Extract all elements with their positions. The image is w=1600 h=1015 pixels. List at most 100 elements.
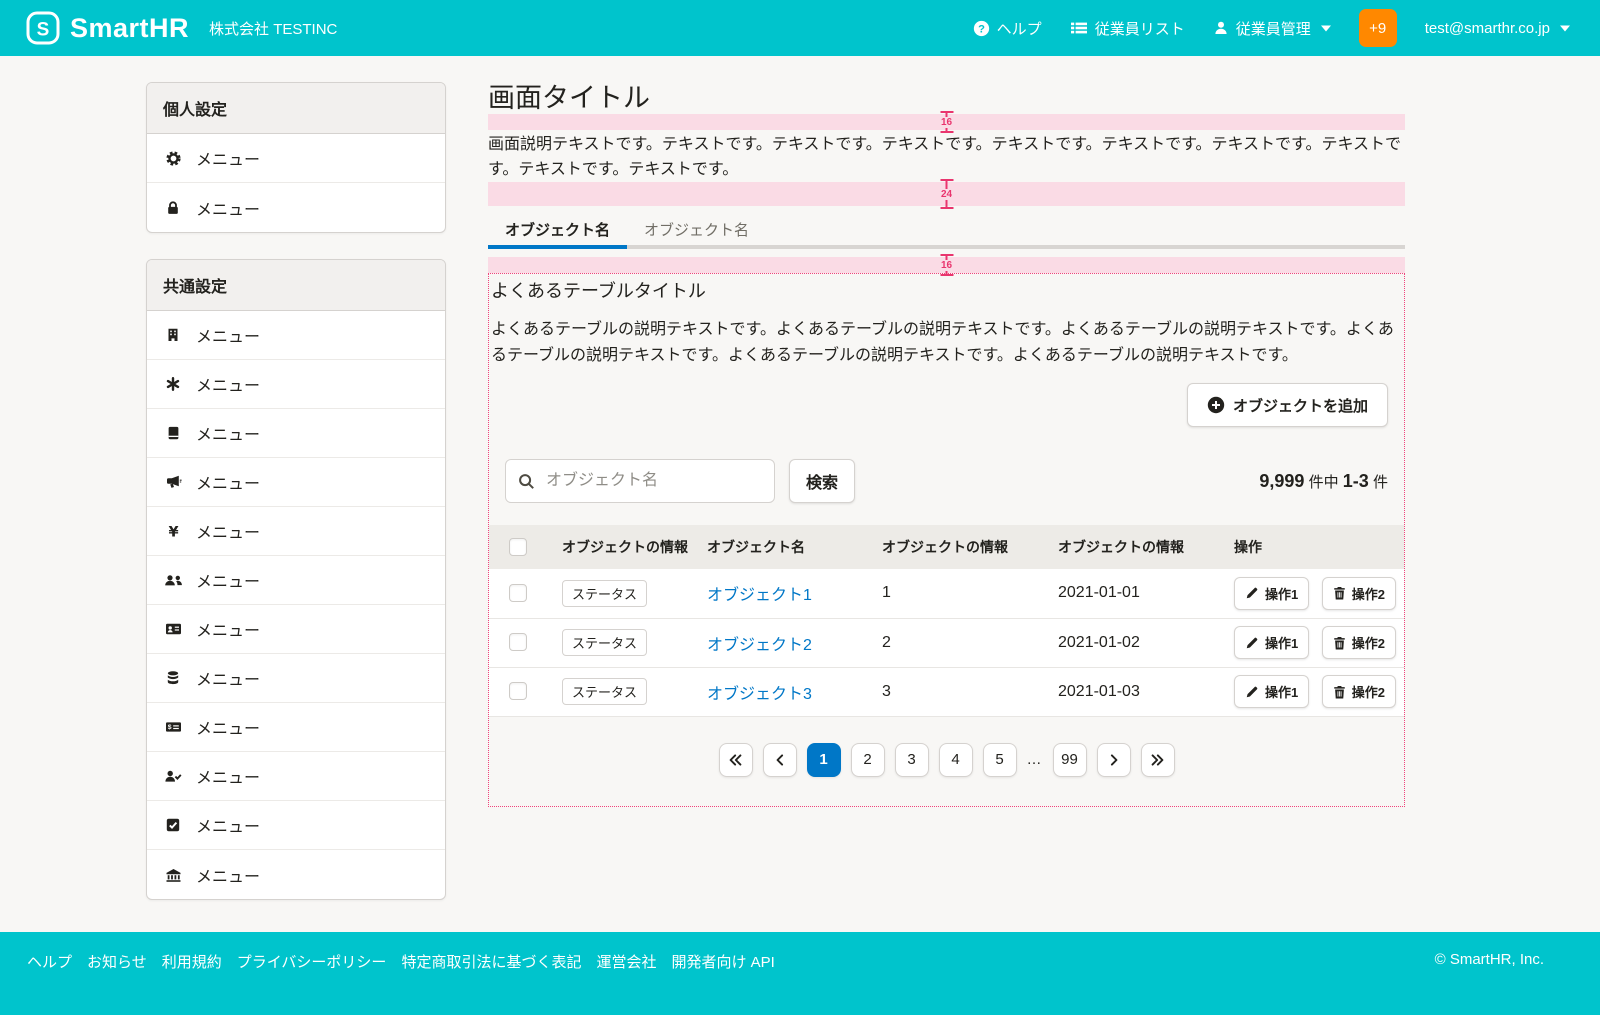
page-button-1[interactable]: 1 [807, 743, 841, 777]
id-card-icon [163, 621, 183, 637]
pencil-icon [1245, 685, 1259, 699]
result-total: 9,999 [1259, 471, 1304, 491]
footer-link-terms[interactable]: 利用規約 [162, 951, 222, 972]
notification-badge[interactable]: +9 [1359, 9, 1397, 47]
object-info: 1 [866, 569, 1042, 618]
nav-help[interactable]: ? ヘルプ [973, 18, 1042, 39]
help-circle-icon: ? [973, 20, 990, 37]
sidebar-item-megaphone[interactable]: メニュー [147, 458, 445, 507]
trash-icon [1333, 586, 1346, 600]
sidebar-item-label: メニュー [196, 568, 260, 592]
sidebar-item-lock[interactable]: メニュー [147, 183, 445, 232]
delete-button[interactable]: 操作2 [1322, 675, 1396, 708]
user-check-icon [163, 768, 183, 784]
spacing-value: 16 [941, 117, 952, 128]
footer-link-company[interactable]: 運営会社 [596, 951, 656, 972]
sidebar-item-building[interactable]: メニュー [147, 311, 445, 360]
page-button-3[interactable]: 3 [895, 743, 929, 777]
book-icon [163, 425, 183, 441]
sidebar-item-id-card[interactable]: メニュー [147, 605, 445, 654]
sidebar: 個人設定 メニュー メニュー 共通設定 メニュー メニュー [146, 82, 446, 926]
smarthr-logo-icon[interactable]: S [26, 11, 60, 45]
next-page-button[interactable] [1097, 743, 1131, 777]
tab-object-2[interactable]: オブジェクト名 [627, 213, 766, 249]
svg-text:$: $ [167, 724, 171, 731]
object-link[interactable]: オブジェクト1 [707, 587, 812, 604]
delete-button[interactable]: 操作2 [1322, 577, 1396, 610]
search-button[interactable]: 検索 [789, 459, 855, 503]
sidebar-item-user-check[interactable]: メニュー [147, 752, 445, 801]
sidebar-item-bank[interactable]: メニュー [147, 850, 445, 899]
first-page-button[interactable] [719, 743, 753, 777]
search-box [505, 459, 775, 503]
main-content: 画面タイトル 16 画面説明テキストです。テキストです。テキストです。テキストで… [488, 82, 1405, 807]
list-icon [1070, 20, 1088, 36]
brand-name[interactable]: SmartHR [70, 13, 189, 44]
bank-icon [163, 867, 183, 883]
last-page-button[interactable] [1141, 743, 1175, 777]
account-menu[interactable]: test@smarthr.co.jp [1425, 20, 1570, 37]
sidebar-item-asterisk[interactable]: メニュー [147, 360, 445, 409]
sidebar-section-title: 個人設定 [147, 83, 445, 134]
footer-link-developer-api[interactable]: 開発者向け API [671, 951, 774, 972]
row-checkbox[interactable] [509, 633, 527, 651]
object-link[interactable]: オブジェクト2 [707, 637, 812, 654]
sidebar-item-check-square[interactable]: メニュー [147, 801, 445, 850]
sidebar-item-database[interactable]: メニュー [147, 654, 445, 703]
page-description: 画面説明テキストです。テキストです。テキストです。テキストです。テキストです。テ… [488, 132, 1405, 182]
pagination: 1 2 3 4 5 … 99 [489, 743, 1404, 777]
nav-employee-admin[interactable]: 従業員管理 [1213, 18, 1331, 39]
page-title: 画面タイトル [488, 82, 1405, 114]
content-layout: 個人設定 メニュー メニュー 共通設定 メニュー メニュー [0, 56, 1600, 932]
top-navigation: ? ヘルプ 従業員リスト 従業員管理 +9 test@smarthr.co.jp [973, 9, 1570, 47]
sidebar-item-gear[interactable]: メニュー [147, 134, 445, 183]
sidebar-section-title: 共通設定 [147, 260, 445, 311]
megaphone-icon [163, 474, 183, 490]
footer-link-commerce-law[interactable]: 特定商取引法に基づく表記 [401, 951, 581, 972]
search-icon [518, 473, 535, 490]
prev-page-button[interactable] [763, 743, 797, 777]
delete-button[interactable]: 操作2 [1322, 626, 1396, 659]
sidebar-item-label: メニュー [196, 813, 260, 837]
select-all-checkbox[interactable] [509, 538, 527, 556]
edit-button[interactable]: 操作1 [1234, 577, 1309, 610]
sidebar-item-yen[interactable]: ¥ メニュー [147, 507, 445, 556]
sidebar-item-book[interactable]: メニュー [147, 409, 445, 458]
search-input[interactable] [544, 471, 762, 491]
add-object-button[interactable]: オブジェクトを追加 [1187, 383, 1388, 427]
sidebar-section-personal: 個人設定 メニュー メニュー [146, 82, 446, 233]
column-header: オブジェクト名 [691, 525, 866, 569]
search-row: 検索 9,999 件中 1-3 件 [489, 459, 1404, 503]
column-header: オブジェクトの情報 [546, 525, 691, 569]
object-table: オブジェクトの情報 オブジェクト名 オブジェクトの情報 オブジェクトの情報 操作… [489, 525, 1404, 717]
app-footer: ヘルプ お知らせ 利用規約 プライバシーポリシー 特定商取引法に基づく表記 運営… [0, 932, 1600, 1015]
tab-object-1[interactable]: オブジェクト名 [488, 213, 627, 249]
footer-link-privacy[interactable]: プライバシーポリシー [237, 951, 387, 972]
edit-button[interactable]: 操作1 [1234, 626, 1309, 659]
double-chevron-right-icon [1150, 753, 1165, 767]
footer-links: ヘルプ お知らせ 利用規約 プライバシーポリシー 特定商取引法に基づく表記 運営… [27, 951, 775, 972]
sidebar-item-label: メニュー [196, 519, 260, 543]
page-button-99[interactable]: 99 [1053, 743, 1087, 777]
page-button-4[interactable]: 4 [939, 743, 973, 777]
footer-link-news[interactable]: お知らせ [87, 951, 147, 972]
trash-icon [1333, 685, 1346, 699]
sidebar-item-label: メニュー [196, 146, 260, 170]
row-checkbox[interactable] [509, 682, 527, 700]
row-checkbox[interactable] [509, 584, 527, 602]
spacing-annotation-16: 16 [488, 257, 1405, 273]
table-header-row: オブジェクトの情報 オブジェクト名 オブジェクトの情報 オブジェクトの情報 操作 [489, 525, 1404, 569]
sidebar-item-users[interactable]: メニュー [147, 556, 445, 605]
sidebar-section-common: 共通設定 メニュー メニュー メニュー メニュー [146, 259, 446, 900]
page-button-2[interactable]: 2 [851, 743, 885, 777]
page-button-5[interactable]: 5 [983, 743, 1017, 777]
footer-link-help[interactable]: ヘルプ [27, 951, 72, 972]
nav-employee-admin-label: 従業員管理 [1236, 18, 1311, 39]
object-link[interactable]: オブジェクト3 [707, 686, 812, 703]
building-icon [163, 327, 183, 343]
sidebar-item-money-check[interactable]: $ メニュー [147, 703, 445, 752]
plus-circle-icon [1207, 396, 1225, 414]
edit-button[interactable]: 操作1 [1234, 675, 1309, 708]
sidebar-item-label: メニュー [196, 196, 260, 220]
nav-employee-list[interactable]: 従業員リスト [1070, 18, 1185, 39]
